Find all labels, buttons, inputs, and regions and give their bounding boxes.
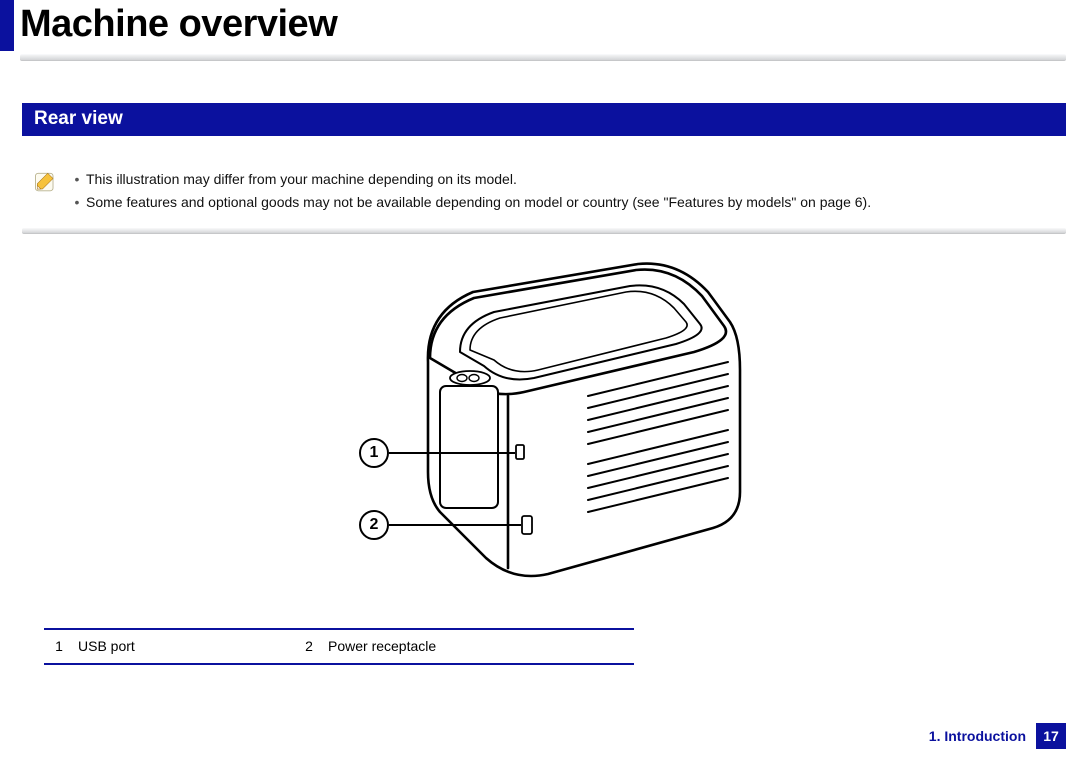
page-footer: 1. Introduction 17: [929, 723, 1066, 749]
callout-line-2: [389, 524, 521, 526]
note-item: • This illustration may differ from your…: [68, 168, 871, 191]
footer-page-number: 17: [1036, 723, 1066, 749]
section-heading: Rear view: [22, 103, 1066, 136]
footer-chapter: 1. Introduction: [929, 728, 1026, 744]
manual-page: Machine overview Rear view • This illust…: [0, 0, 1080, 763]
title-divider: [20, 54, 1066, 61]
rear-view-diagram: 1 2: [168, 252, 920, 602]
bullet-icon: •: [68, 168, 86, 191]
bullet-icon: •: [68, 191, 86, 214]
part-number: 1: [44, 636, 74, 657]
page-title-bar: Machine overview: [0, 0, 1080, 51]
callout-badge-1: 1: [359, 438, 389, 468]
note-item: • Some features and optional goods may n…: [68, 191, 871, 214]
note-divider: [22, 228, 1066, 234]
part-label: Power receptacle: [324, 636, 436, 657]
table-row: 1 USB port 2 Power receptacle: [44, 630, 634, 663]
part-number: 2: [294, 636, 324, 657]
note-text: Some features and optional goods may not…: [86, 191, 871, 214]
callout-badge-2: 2: [359, 510, 389, 540]
page-title: Machine overview: [14, 0, 337, 51]
title-accent: [0, 0, 14, 51]
section-rear-view: Rear view • This illustration may differ…: [22, 103, 1066, 665]
note-list: • This illustration may differ from your…: [68, 168, 871, 214]
part-label: USB port: [74, 636, 135, 657]
note-block: • This illustration may differ from your…: [32, 168, 1066, 214]
callout-line-1: [389, 452, 515, 454]
parts-table: 1 USB port 2 Power receptacle: [44, 628, 634, 665]
note-pencil-icon: [32, 168, 68, 201]
printer-rear-svg: [168, 252, 920, 602]
note-text: This illustration may differ from your m…: [86, 168, 517, 191]
